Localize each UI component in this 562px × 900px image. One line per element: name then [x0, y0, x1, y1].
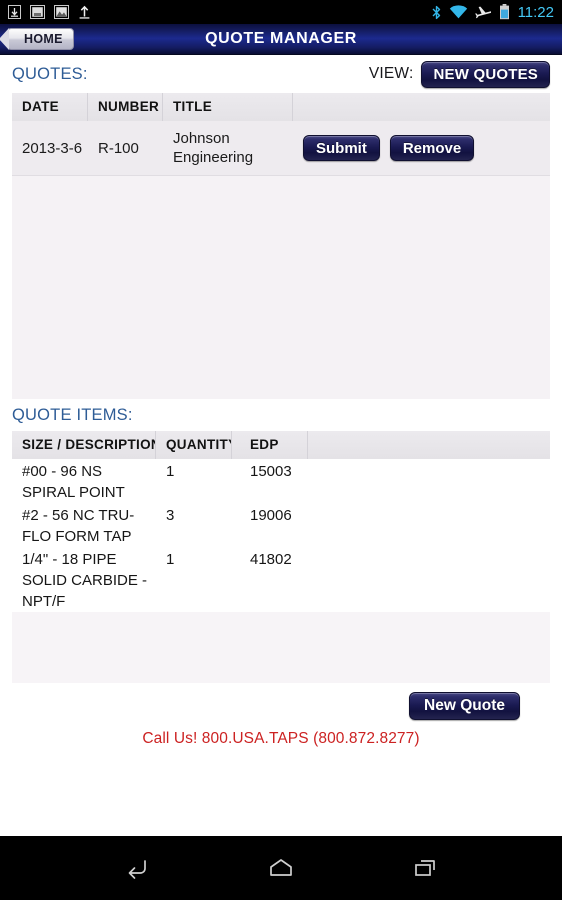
items-empty-space [12, 612, 550, 683]
main-content: QUOTES: VIEW: NEW QUOTES DATE NUMBER TIT… [0, 55, 562, 836]
screenshot-icon [30, 5, 45, 19]
quote-items-label: QUOTE ITEMS: [12, 405, 133, 424]
gallery-icon [54, 5, 69, 19]
upload-icon [78, 5, 91, 19]
items-col-spacer [308, 431, 550, 459]
view-controls: VIEW: NEW QUOTES [368, 60, 550, 88]
status-bar-right-icons: 11:22 [431, 4, 554, 21]
airplane-mode-icon [474, 5, 492, 20]
items-table-header: SIZE / DESCRIPTION QUANTITY EDP [12, 431, 550, 459]
table-row[interactable]: 2013-3-6 R-100 Johnson Engineering Submi… [12, 121, 550, 176]
item-description: #2 - 56 NC TRU-FLO FORM TAP [22, 507, 135, 545]
new-quotes-view-button[interactable]: NEW QUOTES [421, 60, 550, 88]
footer: New Quote Call Us! 800.USA.TAPS (800.872… [0, 683, 562, 748]
page-title: QUOTE MANAGER [205, 30, 357, 47]
status-bar-clock: 11:22 [517, 3, 554, 21]
items-col-description: SIZE / DESCRIPTION [12, 431, 156, 459]
home-icon[interactable] [257, 844, 305, 892]
quote-date: 2013-3-6 [22, 139, 83, 157]
status-bar: 11:22 [0, 0, 562, 24]
call-us-text: Call Us! 800.USA.TAPS (800.872.8277) [142, 730, 420, 747]
item-edp: 15003 [250, 463, 292, 480]
status-bar-left-icons [8, 5, 431, 19]
bluetooth-icon [431, 5, 442, 20]
quote-title: Johnson Engineering [173, 130, 254, 166]
item-quantity: 1 [166, 551, 175, 568]
android-screen: 11:22 HOME QUOTE MANAGER QUOTES: VIEW: N… [0, 0, 562, 900]
items-col-edp: EDP [232, 431, 308, 459]
item-edp: 41802 [250, 551, 292, 568]
list-item[interactable]: #2 - 56 NC TRU-FLO FORM TAP 3 19006 [12, 503, 550, 547]
battery-icon [499, 4, 510, 20]
quotes-col-date: DATE [12, 93, 88, 121]
quote-items-list[interactable]: #00 - 96 NS SPIRAL POINT 1 15003 #2 - 56… [12, 459, 550, 683]
quotes-col-title: TITLE [163, 93, 293, 121]
items-section-header: QUOTE ITEMS: [0, 399, 562, 431]
item-quantity: 3 [166, 507, 175, 524]
items-col-quantity: QUANTITY [156, 431, 232, 459]
quotes-table-header: DATE NUMBER TITLE [12, 93, 550, 121]
quotes-list[interactable]: 2013-3-6 R-100 Johnson Engineering Submi… [12, 121, 550, 399]
submit-button[interactable]: Submit [303, 135, 380, 161]
remove-button[interactable]: Remove [389, 135, 475, 161]
quote-row-actions: Submit Remove [293, 135, 550, 161]
item-quantity: 1 [166, 463, 175, 480]
quotes-col-actions [293, 93, 550, 121]
view-label: VIEW: [368, 65, 414, 82]
quotes-col-number: NUMBER [88, 93, 163, 121]
list-item[interactable]: #00 - 96 NS SPIRAL POINT 1 15003 [12, 459, 550, 503]
item-description: 1/4" - 18 PIPE SOLID CARBIDE - NPT/F [22, 551, 148, 610]
new-quote-button-wrap: New Quote [0, 692, 562, 720]
home-button-label: HOME [24, 32, 63, 46]
quotes-section-header: QUOTES: VIEW: NEW QUOTES [0, 55, 562, 93]
app-title-bar: HOME QUOTE MANAGER [0, 24, 562, 55]
download-icon [8, 5, 21, 19]
home-button[interactable]: HOME [7, 28, 74, 50]
quote-number: R-100 [98, 139, 139, 157]
list-item[interactable]: 1/4" - 18 PIPE SOLID CARBIDE - NPT/F 1 4… [12, 547, 550, 612]
back-icon[interactable] [113, 844, 161, 892]
item-description: #00 - 96 NS SPIRAL POINT [22, 463, 125, 501]
item-edp: 19006 [250, 507, 292, 524]
new-quote-button[interactable]: New Quote [409, 692, 520, 720]
quotes-label: QUOTES: [12, 64, 88, 83]
recents-icon[interactable] [401, 844, 449, 892]
android-nav-bar [0, 836, 562, 900]
wifi-icon [449, 4, 468, 20]
